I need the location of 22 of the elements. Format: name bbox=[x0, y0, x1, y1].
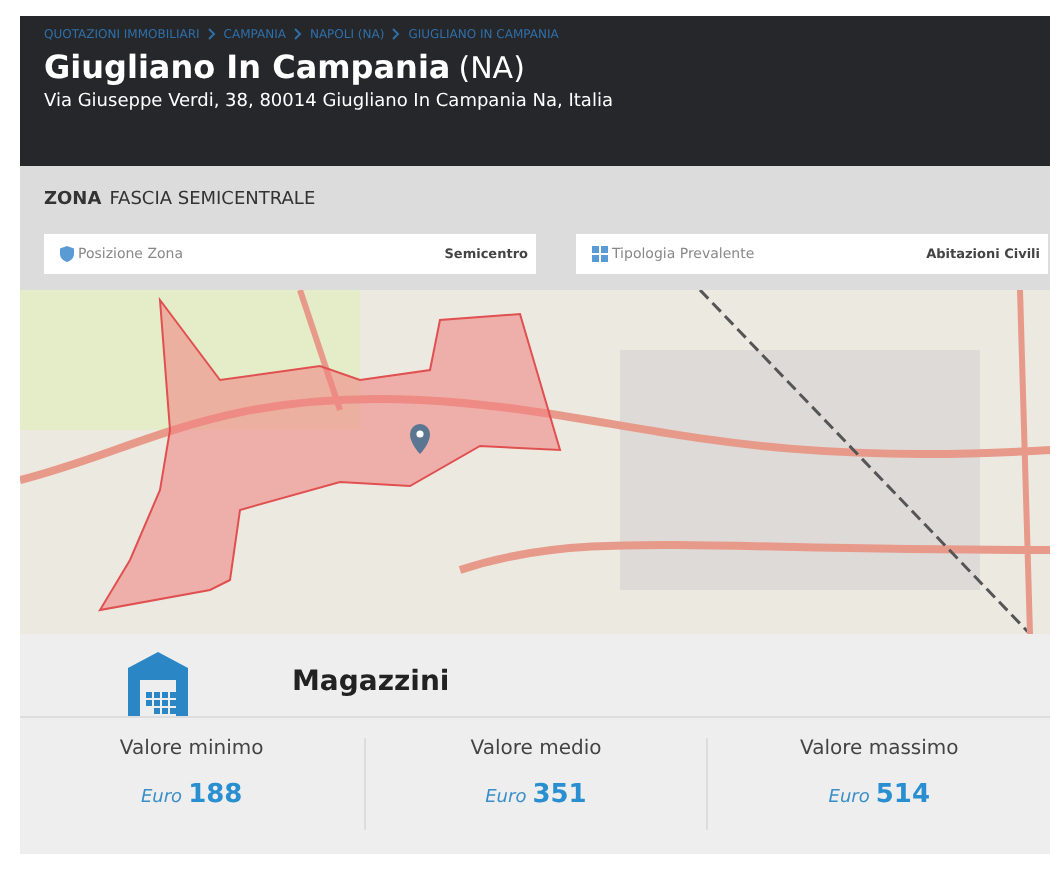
value-label: Valore medio bbox=[470, 738, 602, 760]
warehouse-icon bbox=[124, 647, 192, 715]
price-value: 514 bbox=[875, 780, 931, 810]
zone-label: ZONA bbox=[44, 190, 102, 210]
map-drawing[interactable] bbox=[20, 290, 1050, 634]
price-value: 351 bbox=[532, 780, 587, 810]
currency-label: Euro bbox=[485, 788, 527, 808]
grid-icon bbox=[592, 246, 608, 262]
currency-label: Euro bbox=[140, 788, 183, 808]
chevron-icon bbox=[207, 28, 216, 40]
province-code: (NA) bbox=[458, 50, 525, 86]
zone-value: FASCIA SEMICENTRALE bbox=[109, 190, 316, 210]
value-label: Valore massimo bbox=[800, 738, 959, 760]
value-label: Valore minimo bbox=[119, 738, 264, 760]
address-text: Via Giuseppe Verdi, 38, 80014 Giugliano In Campania Na, Italia bbox=[44, 92, 615, 112]
shield-icon bbox=[60, 246, 74, 262]
price-value: 188 bbox=[188, 780, 243, 810]
chevron-icon bbox=[392, 28, 401, 40]
currency-label: Euro bbox=[828, 788, 870, 808]
city-title: Giugliano In Campania bbox=[44, 48, 451, 86]
category-title: Magazzini bbox=[292, 665, 450, 697]
chevron-icon bbox=[293, 28, 302, 40]
